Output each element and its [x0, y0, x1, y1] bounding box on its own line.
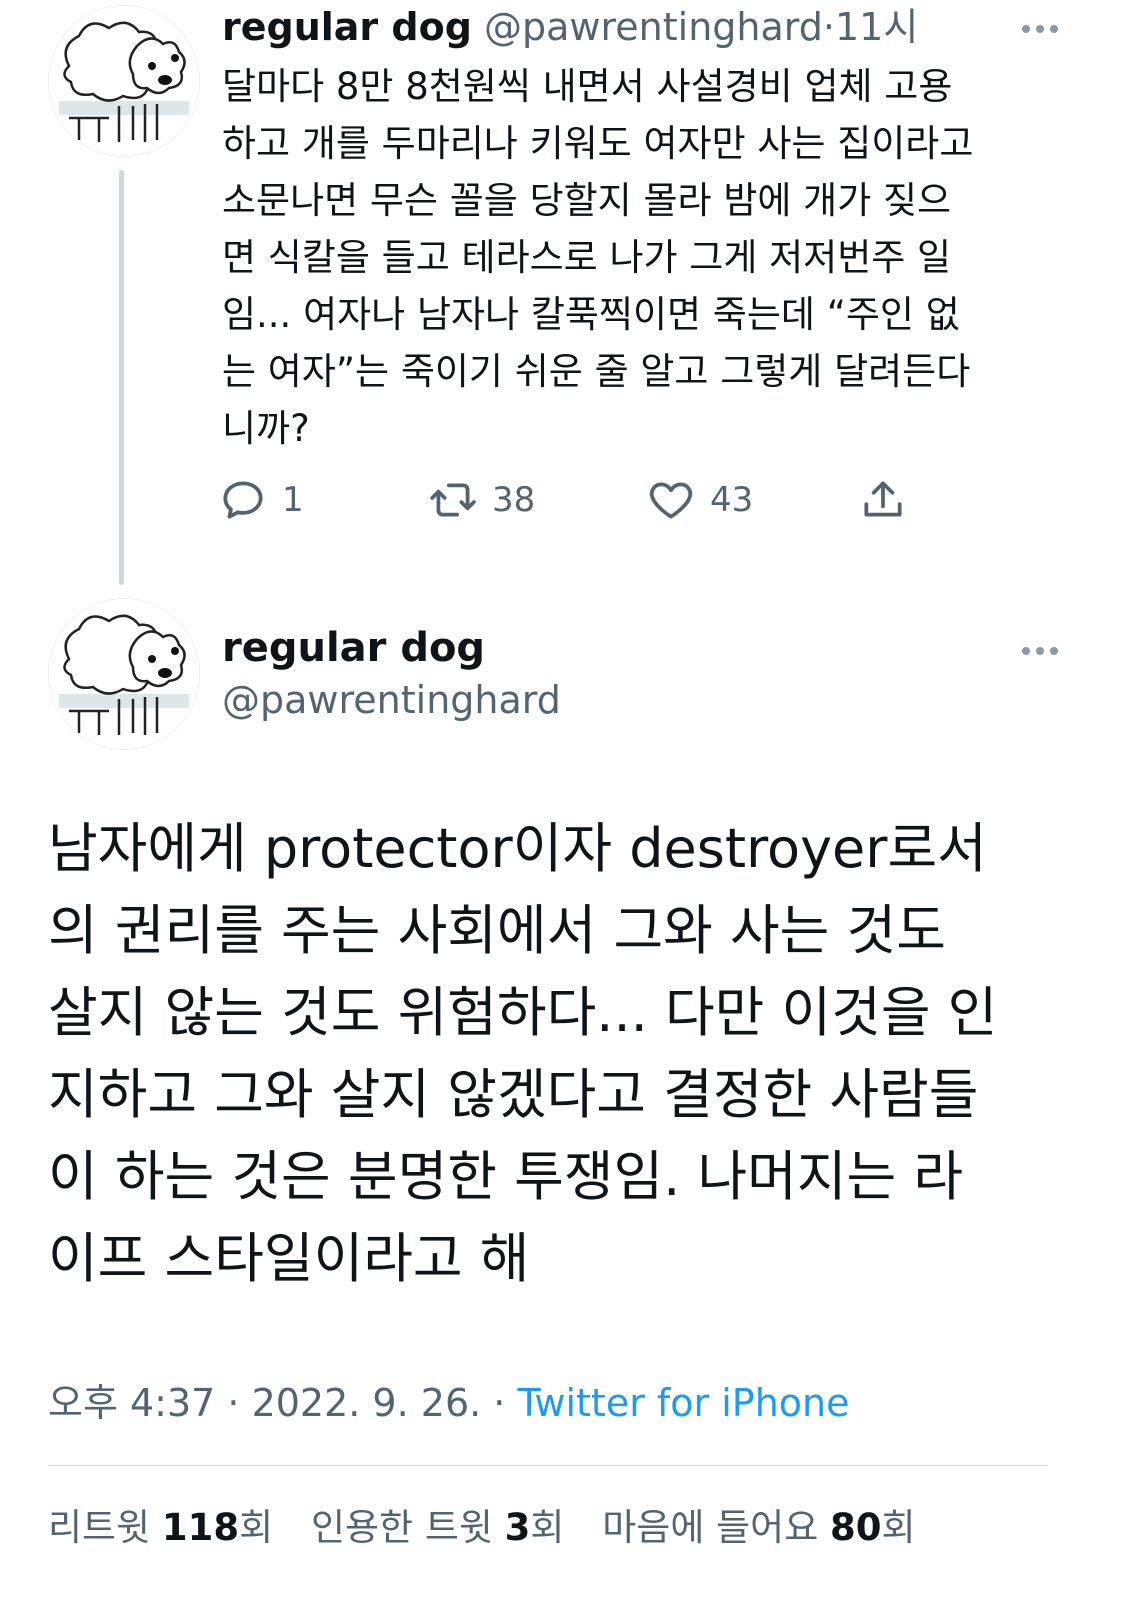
retweets-stat[interactable]: 리트윗 118회: [48, 1506, 273, 1549]
parent-tweet-actions: 1 38 43: [218, 470, 938, 530]
main-text-line: 이 하는 것은 분명한 투쟁임. 나머지는 라: [48, 1145, 964, 1208]
parent-text-line: 임... 여자나 남자나 칼푹찍이면 죽는데 “주인 없: [222, 293, 960, 336]
parent-text-line: 는 여자”는 죽이기 쉬운 줄 알고 그렇게 달려든다: [222, 350, 971, 393]
like-button[interactable]: 43: [646, 470, 753, 530]
dog-avatar-image: [49, 6, 199, 156]
like-count: 43: [710, 480, 754, 520]
parent-header-separator: ·: [822, 5, 835, 49]
more-icon[interactable]: [1019, 640, 1067, 660]
main-tweet-header: regular dog @pawrentinghard: [222, 622, 561, 726]
tweet-timestamp[interactable]: 오후 4:37 · 2022. 9. 26. ·: [48, 1381, 505, 1425]
retweets-label: 리트윗: [48, 1506, 151, 1549]
parent-tweet-text: 달마다 8만 8천원씩 내면서 사설경비 업체 고용 하고 개를 두마리나 키워…: [222, 58, 1082, 457]
parent-text-line: 니까?: [222, 407, 310, 450]
likes-label: 마음에 들어요: [602, 1506, 819, 1549]
engagement-stats: 리트윗 118회 인용한 트윗 3회 마음에 들어요 80회: [48, 1497, 942, 1551]
quotes-count: 3: [504, 1506, 531, 1549]
parent-tweet-time[interactable]: 11시: [835, 5, 918, 49]
main-text-line: 이프 스타일이라고 해: [48, 1227, 530, 1290]
share-button[interactable]: [858, 470, 908, 530]
quotes-stat[interactable]: 인용한 트윗 3회: [311, 1506, 565, 1549]
main-author-handle[interactable]: @pawrentinghard: [222, 674, 561, 726]
main-tweet-text: 남자에게 protector이자 destroyer로서 의 권리를 주는 사회…: [48, 808, 1088, 1300]
parent-avatar[interactable]: [48, 5, 200, 157]
main-avatar[interactable]: [48, 598, 200, 750]
parent-tweet-header: regular dog @pawrentinghard·11시: [222, 2, 918, 52]
main-author-name[interactable]: regular dog: [222, 622, 561, 674]
parent-author-name[interactable]: regular dog: [222, 5, 472, 49]
reply-count: 1: [282, 480, 304, 520]
thread-connector-line: [119, 170, 124, 585]
main-text-line: 지하고 그와 살지 않겠다고 결정한 사람들: [48, 1063, 979, 1126]
like-icon: [649, 482, 693, 519]
retweets-count: 118: [161, 1506, 240, 1549]
parent-author-handle[interactable]: @pawrentinghard: [484, 5, 823, 49]
likes-count: 80: [830, 1506, 882, 1549]
main-text-line: 의 권리를 주는 사회에서 그와 사는 것도: [48, 899, 946, 962]
more-icon[interactable]: [1019, 18, 1067, 38]
likes-stat[interactable]: 마음에 들어요 80회: [602, 1506, 915, 1549]
divider: [48, 1465, 1048, 1466]
tweet-source-link[interactable]: Twitter for iPhone: [517, 1381, 849, 1425]
parent-text-line: 소문나면 무슨 꼴을 당할지 몰라 밤에 개가 짖으: [222, 179, 952, 222]
parent-text-line: 달마다 8만 8천원씩 내면서 사설경비 업체 고용: [222, 65, 953, 108]
share-icon: [864, 481, 902, 517]
retweets-suffix: 회: [239, 1506, 274, 1549]
parent-text-line: 하고 개를 두마리나 키워도 여자만 사는 집이라고: [222, 122, 974, 165]
likes-suffix: 회: [881, 1506, 916, 1549]
retweet-icon: [430, 483, 476, 517]
dog-avatar-image: [49, 599, 199, 749]
reply-button[interactable]: 1: [218, 470, 304, 530]
retweet-button[interactable]: 38: [428, 470, 535, 530]
quotes-suffix: 회: [530, 1506, 565, 1549]
retweet-count: 38: [492, 480, 536, 520]
reply-icon: [223, 481, 263, 519]
main-text-line: 살지 않는 것도 위험하다... 다만 이것을 인: [48, 981, 998, 1044]
tweet-meta: 오후 4:37 · 2022. 9. 26. · Twitter for iPh…: [48, 1372, 850, 1427]
parent-text-line: 면 식칼을 들고 테라스로 나가 그게 저저번주 일: [222, 236, 952, 279]
quotes-label: 인용한 트윗: [310, 1506, 493, 1549]
main-text-line: 남자에게 protector이자 destroyer로서: [48, 817, 987, 880]
